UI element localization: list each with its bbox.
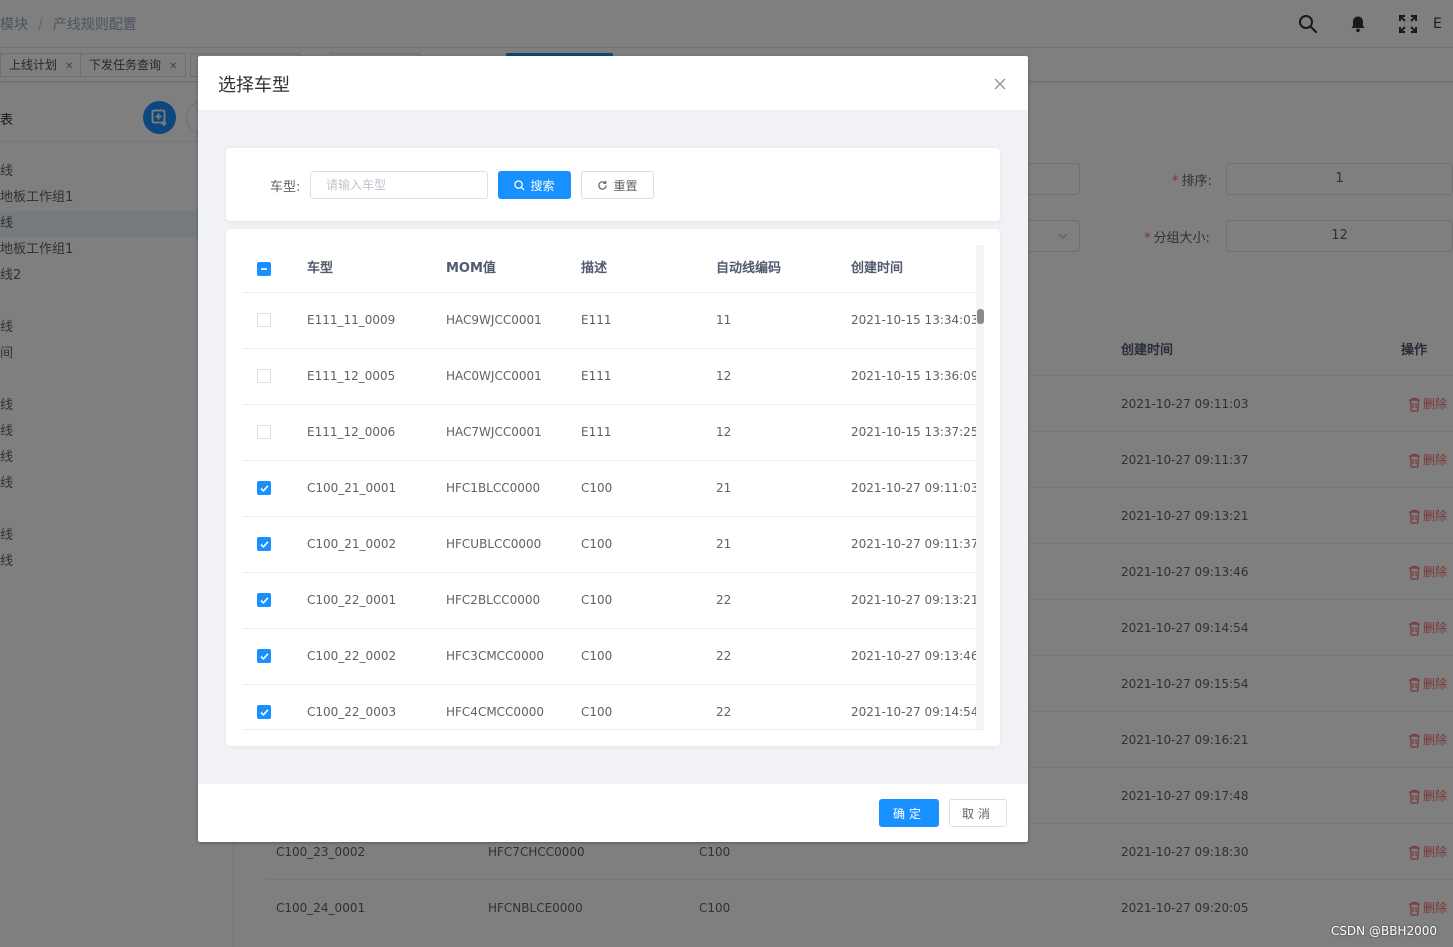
table-row[interactable]: E111_12_0005 HAC0WJCC0001 E111 12 2021-10-15… <box>242 349 976 405</box>
confirm-button[interactable]: 确定 <box>879 799 939 827</box>
reset-button-label: 重置 <box>613 178 638 193</box>
cell-model: E111_12_0005 <box>307 369 396 383</box>
row-checkbox[interactable] <box>257 313 271 327</box>
cell-model: C100_21_0001 <box>307 481 397 495</box>
cell-mom: HFC2BLCC0000 <box>446 593 541 607</box>
dialog-title: 选择车型 <box>218 75 290 96</box>
row-checkbox[interactable] <box>257 425 271 439</box>
column-header-created: 创建时间 <box>851 261 904 276</box>
cell-desc: C100 <box>581 481 613 495</box>
vertical-scrollbar[interactable] <box>976 245 984 729</box>
select-all-checkbox[interactable] <box>257 262 271 276</box>
table-row[interactable]: C100_22_0003 HFC4CMCC0000 C100 22 2021-10-27… <box>242 685 976 729</box>
select-model-dialog: 选择车型 车型: 搜索 重置 车型 <box>198 56 1028 842</box>
model-table-panel: 车型 MOM值 描述 自动线编码 创建时间 E111_11_0009 HAC9WJ… <box>226 229 1000 746</box>
table-row[interactable]: C100_22_0001 HFC2BLCC0000 C100 22 2021-10-27… <box>242 573 976 629</box>
search-button-label: 搜索 <box>530 178 555 193</box>
cell-line-code: 21 <box>716 537 732 551</box>
cell-mom: HAC9WJCC0001 <box>446 313 542 327</box>
cell-model: C100_22_0001 <box>307 593 397 607</box>
close-icon[interactable] <box>992 76 1008 92</box>
cell-desc: E111 <box>581 425 612 439</box>
cell-model: C100_21_0002 <box>307 537 397 551</box>
cell-created: 2021-10-27 09:13:46 <box>851 649 976 663</box>
table-row[interactable]: E111_12_0006 HAC7WJCC0001 E111 12 2021-10-15… <box>242 405 976 461</box>
refresh-icon <box>598 180 608 190</box>
cell-model: E111_11_0009 <box>307 313 396 327</box>
model-label: 车型: <box>270 180 301 195</box>
table-row[interactable]: C100_22_0002 HFC3CMCC0000 C100 22 2021-10-27… <box>242 629 976 685</box>
row-checkbox[interactable] <box>257 705 271 719</box>
dialog-header: 选择车型 <box>198 56 1028 110</box>
cell-desc: C100 <box>581 537 613 551</box>
cell-mom: HAC0WJCC0001 <box>446 369 542 383</box>
search-panel: 车型: 搜索 重置 <box>226 148 1000 221</box>
reset-button[interactable]: 重置 <box>581 171 654 199</box>
table-row[interactable]: C100_21_0001 HFC1BLCC0000 C100 21 2021-10-27… <box>242 461 976 517</box>
row-checkbox[interactable] <box>257 481 271 495</box>
column-header-desc: 描述 <box>581 261 608 276</box>
search-icon <box>514 179 526 191</box>
table-bottom-border <box>242 729 984 730</box>
cell-mom: HFC4CMCC0000 <box>446 705 544 719</box>
cell-line-code: 12 <box>716 369 732 383</box>
cell-created: 2021-10-27 09:11:37 <box>851 537 976 551</box>
cell-desc: C100 <box>581 593 613 607</box>
row-checkbox[interactable] <box>257 593 271 607</box>
dialog-footer: 确定 取消 <box>198 784 1028 842</box>
cell-created: 2021-10-27 09:14:54 <box>851 705 976 719</box>
column-header-mom: MOM值 <box>446 261 496 276</box>
watermark: CSDN @BBH2000 <box>1330 924 1437 938</box>
row-checkbox[interactable] <box>257 537 271 551</box>
cell-created: 2021-10-15 13:36:09 <box>851 369 976 383</box>
cell-line-code: 12 <box>716 425 732 439</box>
cell-created: 2021-10-15 13:37:25 <box>851 425 976 439</box>
cell-desc: E111 <box>581 313 612 327</box>
cell-model: E111_12_0006 <box>307 425 396 439</box>
cell-line-code: 11 <box>716 313 732 327</box>
cell-line-code: 22 <box>716 649 732 663</box>
cell-desc: C100 <box>581 705 613 719</box>
cell-created: 2021-10-27 09:13:21 <box>851 593 976 607</box>
cell-mom: HFC3CMCC0000 <box>446 649 544 663</box>
column-header-model: 车型 <box>307 261 334 276</box>
cell-line-code: 22 <box>716 705 732 719</box>
row-checkbox[interactable] <box>257 369 271 383</box>
dialog-body: 车型: 搜索 重置 车型 MOM值 描述 自动线编码 <box>198 110 1028 784</box>
cell-line-code: 21 <box>716 481 732 495</box>
table-row[interactable]: C100_21_0002 HFCUBLCC0000 C100 21 2021-10-27… <box>242 517 976 573</box>
cell-mom: HAC7WJCC0001 <box>446 425 542 439</box>
cell-created: 2021-10-27 09:11:03 <box>851 481 976 495</box>
cell-created: 2021-10-15 13:34:03 <box>851 313 976 327</box>
cell-mom: HFC1BLCC0000 <box>446 481 541 495</box>
row-checkbox[interactable] <box>257 649 271 663</box>
cancel-button[interactable]: 取消 <box>949 799 1007 827</box>
scrollbar-thumb[interactable] <box>977 309 984 324</box>
model-table: 车型 MOM值 描述 自动线编码 创建时间 E111_11_0009 HAC9WJ… <box>242 245 976 729</box>
cell-model: C100_22_0003 <box>307 705 397 719</box>
cell-desc: C100 <box>581 649 613 663</box>
cell-mom: HFCUBLCC0000 <box>446 537 542 551</box>
cell-model: C100_22_0002 <box>307 649 397 663</box>
column-header-line-code: 自动线编码 <box>716 261 782 276</box>
cell-line-code: 22 <box>716 593 732 607</box>
cell-desc: E111 <box>581 369 612 383</box>
model-search-input[interactable] <box>310 171 488 199</box>
table-row[interactable]: E111_11_0009 HAC9WJCC0001 E111 11 2021-10-15… <box>242 293 976 349</box>
table-header: 车型 MOM值 描述 自动线编码 创建时间 <box>242 245 976 293</box>
search-button[interactable]: 搜索 <box>498 171 571 199</box>
